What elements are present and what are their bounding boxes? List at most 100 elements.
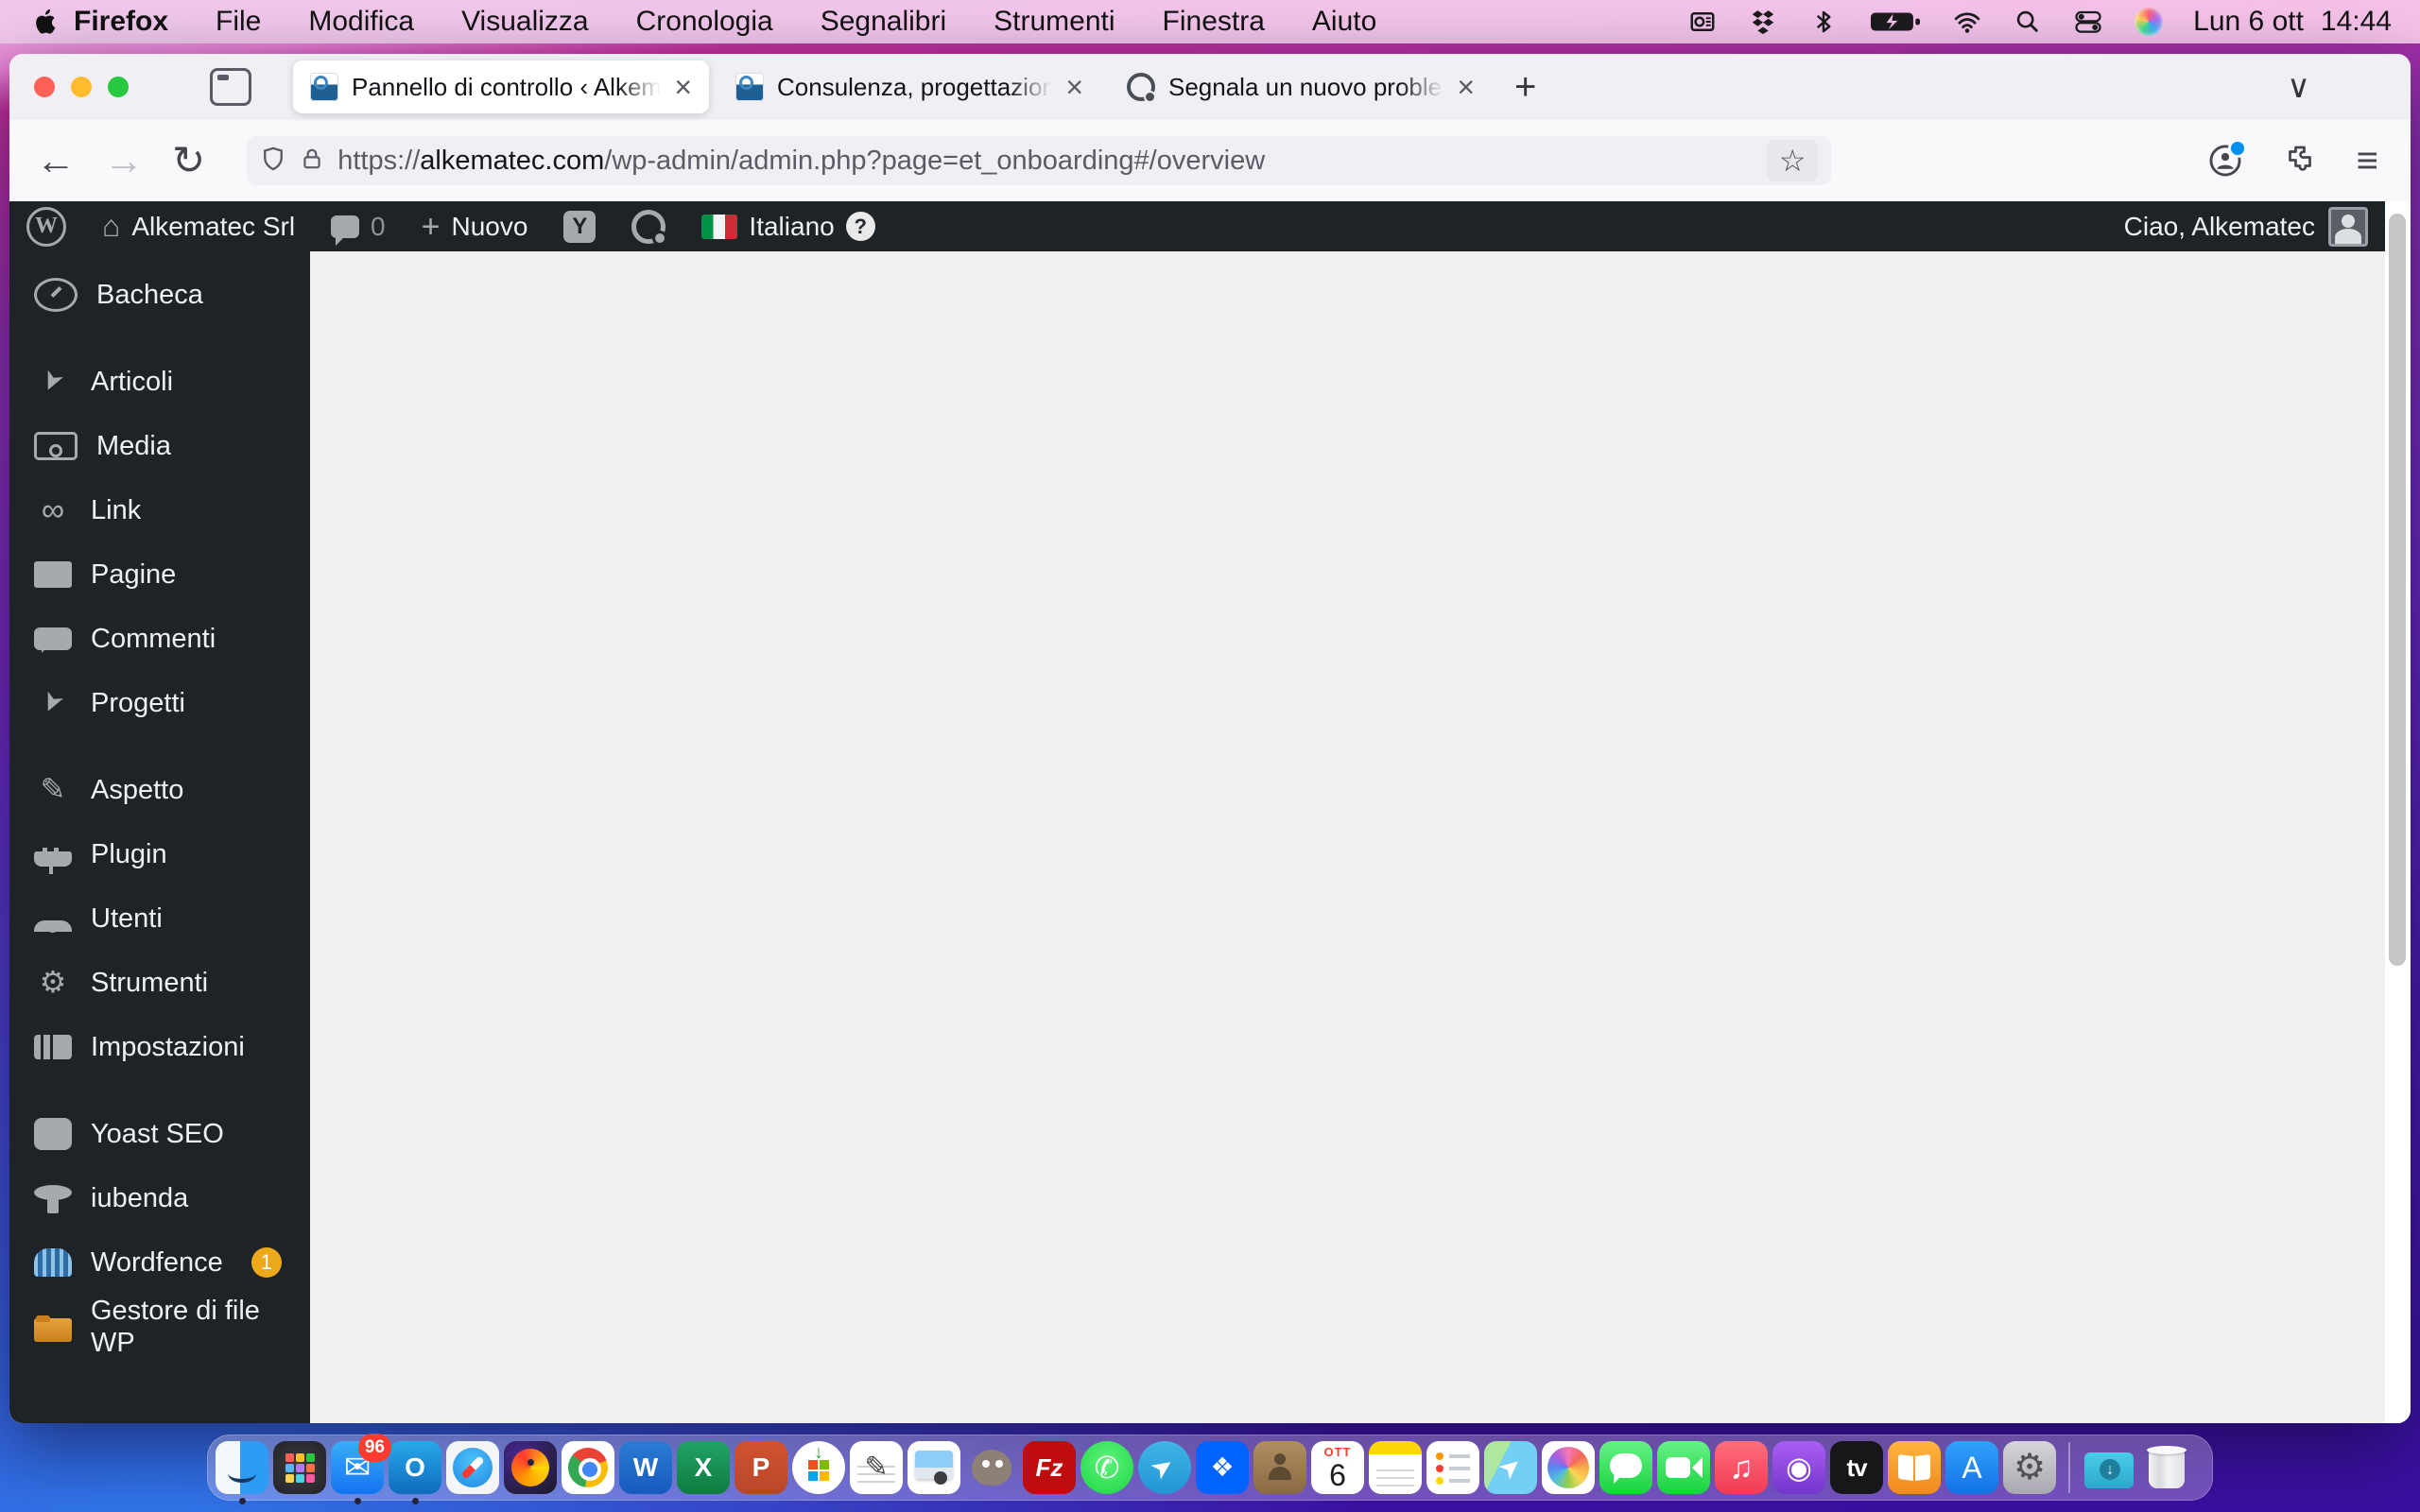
sidebar-item[interactable]: Yoast SEO (9, 1102, 310, 1166)
menu-item[interactable]: Visualizza (461, 6, 589, 38)
dock-icon[interactable] (1253, 1441, 1306, 1494)
dock-icon[interactable] (1888, 1441, 1941, 1494)
dock-icon[interactable]: ◉ (1772, 1441, 1825, 1494)
dock-icon[interactable] (1542, 1441, 1595, 1494)
wp-feedback-menu[interactable] (631, 209, 668, 246)
dock-icon[interactable] (1369, 1441, 1422, 1494)
scrollbar-thumb[interactable] (2389, 214, 2406, 966)
dock-icon[interactable]: tv (1830, 1441, 1883, 1494)
apple-logo-icon[interactable] (28, 6, 60, 38)
menu-bar-clock[interactable]: Lun 6 ott 14:44 (2193, 6, 2392, 38)
dock-icon[interactable]: A (1945, 1441, 1998, 1494)
reload-button[interactable]: ↻ (172, 141, 205, 180)
dock-icon[interactable] (1426, 1441, 1479, 1494)
minimize-window-button[interactable] (71, 77, 92, 97)
dock-icon[interactable]: W (619, 1441, 672, 1494)
bookmark-star-button[interactable]: ☆ (1767, 140, 1819, 181)
menu-item[interactable]: Aiuto (1312, 6, 1376, 38)
sidebar-item[interactable]: Media (9, 414, 310, 478)
dock-icon[interactable] (1657, 1441, 1710, 1494)
battery-icon[interactable] (1868, 6, 1923, 38)
sidebar-item[interactable]: Link (9, 478, 310, 542)
dock-icon[interactable]: ➤ (1138, 1441, 1191, 1494)
wp-logo-menu[interactable]: W (26, 206, 66, 247)
site-name-menu[interactable]: ⌂ Alkematec Srl (102, 209, 295, 244)
tracking-protection-shield-icon[interactable] (260, 145, 286, 178)
menu-item[interactable]: Cronologia (636, 6, 773, 38)
sidebar-item[interactable]: Commenti (9, 607, 310, 671)
dock-icon[interactable]: ✆ (1080, 1441, 1133, 1494)
dock-icon[interactable] (2068, 1442, 2070, 1493)
dock-icon[interactable]: ⚙ (2003, 1441, 2056, 1494)
sidebar-item[interactable]: Aspetto (9, 758, 310, 822)
help-icon[interactable]: ? (845, 212, 875, 241)
dock-icon[interactable]: ✎ (850, 1441, 903, 1494)
tab-close-icon[interactable]: × (674, 72, 692, 102)
new-tab-button[interactable]: + (1514, 68, 1536, 106)
tab-close-icon[interactable]: × (1065, 72, 1083, 102)
url-text[interactable]: https://alkematec.com/wp-admin/admin.php… (337, 146, 1754, 177)
sidebar-item[interactable]: Pagine (9, 542, 310, 607)
sidebar-item[interactable]: iubenda (9, 1166, 310, 1230)
dock-icon[interactable] (273, 1441, 326, 1494)
browser-tab[interactable]: Segnala un nuovo problema - W × (1110, 60, 1492, 113)
forward-button[interactable]: → (104, 141, 144, 180)
close-window-button[interactable] (34, 77, 55, 97)
app-menu-icon[interactable]: ≡ (2357, 140, 2378, 182)
sidebar-item[interactable]: Wordfence 1 (9, 1230, 310, 1295)
dock-icon[interactable] (792, 1441, 845, 1494)
wifi-icon[interactable] (1951, 6, 1983, 38)
dock-icon[interactable] (504, 1441, 557, 1494)
yoast-seo-menu[interactable]: Y (563, 210, 596, 243)
sidebar-item[interactable]: Impostazioni (9, 1015, 310, 1079)
dropbox-icon[interactable] (1747, 6, 1779, 38)
menu-item[interactable]: File (216, 6, 261, 38)
firefox-account-icon[interactable] (2207, 139, 2247, 179)
back-button[interactable]: ← (36, 141, 76, 180)
dock-icon[interactable]: ➤ (1484, 1441, 1537, 1494)
my-account-menu[interactable]: Ciao, Alkematec (2124, 206, 2368, 247)
dock-icon[interactable] (2083, 1441, 2135, 1494)
dock-icon[interactable]: ♫ (1715, 1441, 1768, 1494)
firefox-view-icon[interactable] (210, 68, 251, 106)
spotlight-icon[interactable] (2012, 6, 2044, 38)
dock-icon[interactable] (216, 1441, 268, 1504)
tab-close-icon[interactable]: × (1457, 72, 1475, 102)
menu-item[interactable]: Modifica (308, 6, 414, 38)
dock-icon[interactable] (446, 1441, 499, 1494)
bluetooth-icon[interactable] (1807, 6, 1840, 38)
sidebar-item[interactable]: Plugin (9, 822, 310, 886)
sidebar-item[interactable]: Strumenti (9, 951, 310, 1015)
dock-icon[interactable] (562, 1441, 614, 1494)
dock-icon[interactable] (908, 1441, 960, 1494)
extensions-icon[interactable] (2283, 142, 2317, 180)
sidebar-item[interactable]: Progetti (9, 671, 310, 735)
dock-icon[interactable] (2140, 1441, 2193, 1494)
language-menu[interactable]: Italiano ? (701, 212, 875, 242)
url-bar[interactable]: https://alkematec.com/wp-admin/admin.php… (247, 136, 1832, 185)
siri-icon[interactable] (2133, 6, 2165, 38)
menu-item[interactable]: Strumenti (994, 6, 1115, 38)
sidebar-item[interactable]: Bacheca (9, 263, 310, 327)
outlook-icon[interactable] (1686, 6, 1719, 38)
dock-icon[interactable]: O (389, 1441, 441, 1504)
control-center-icon[interactable] (2072, 6, 2104, 38)
dock-icon[interactable]: X (677, 1441, 730, 1494)
dock-icon[interactable]: P (735, 1441, 787, 1494)
menu-item[interactable]: Finestra (1163, 6, 1265, 38)
menu-item[interactable]: Firefox (74, 6, 168, 38)
menu-item[interactable]: Segnalibri (821, 6, 946, 38)
dock-icon[interactable] (1599, 1441, 1652, 1494)
dock-icon[interactable]: OTT 6 (1311, 1441, 1364, 1494)
scrollbar-track[interactable] (2385, 201, 2411, 1423)
browser-tab[interactable]: Pannello di controllo ‹ Alkemate × (293, 60, 709, 113)
dock-icon[interactable]: Fz (1023, 1441, 1076, 1494)
zoom-window-button[interactable] (108, 77, 129, 97)
dock-icon[interactable] (965, 1441, 1018, 1494)
sidebar-item[interactable]: Articoli (9, 350, 310, 414)
comments-menu[interactable]: 0 (331, 212, 386, 246)
list-all-tabs-icon[interactable]: ∨ (2287, 68, 2310, 106)
dock-icon[interactable]: ❖ (1196, 1441, 1249, 1494)
sidebar-item[interactable]: Utenti (9, 886, 310, 951)
dock-icon[interactable]: ✉ 96 (331, 1434, 391, 1504)
